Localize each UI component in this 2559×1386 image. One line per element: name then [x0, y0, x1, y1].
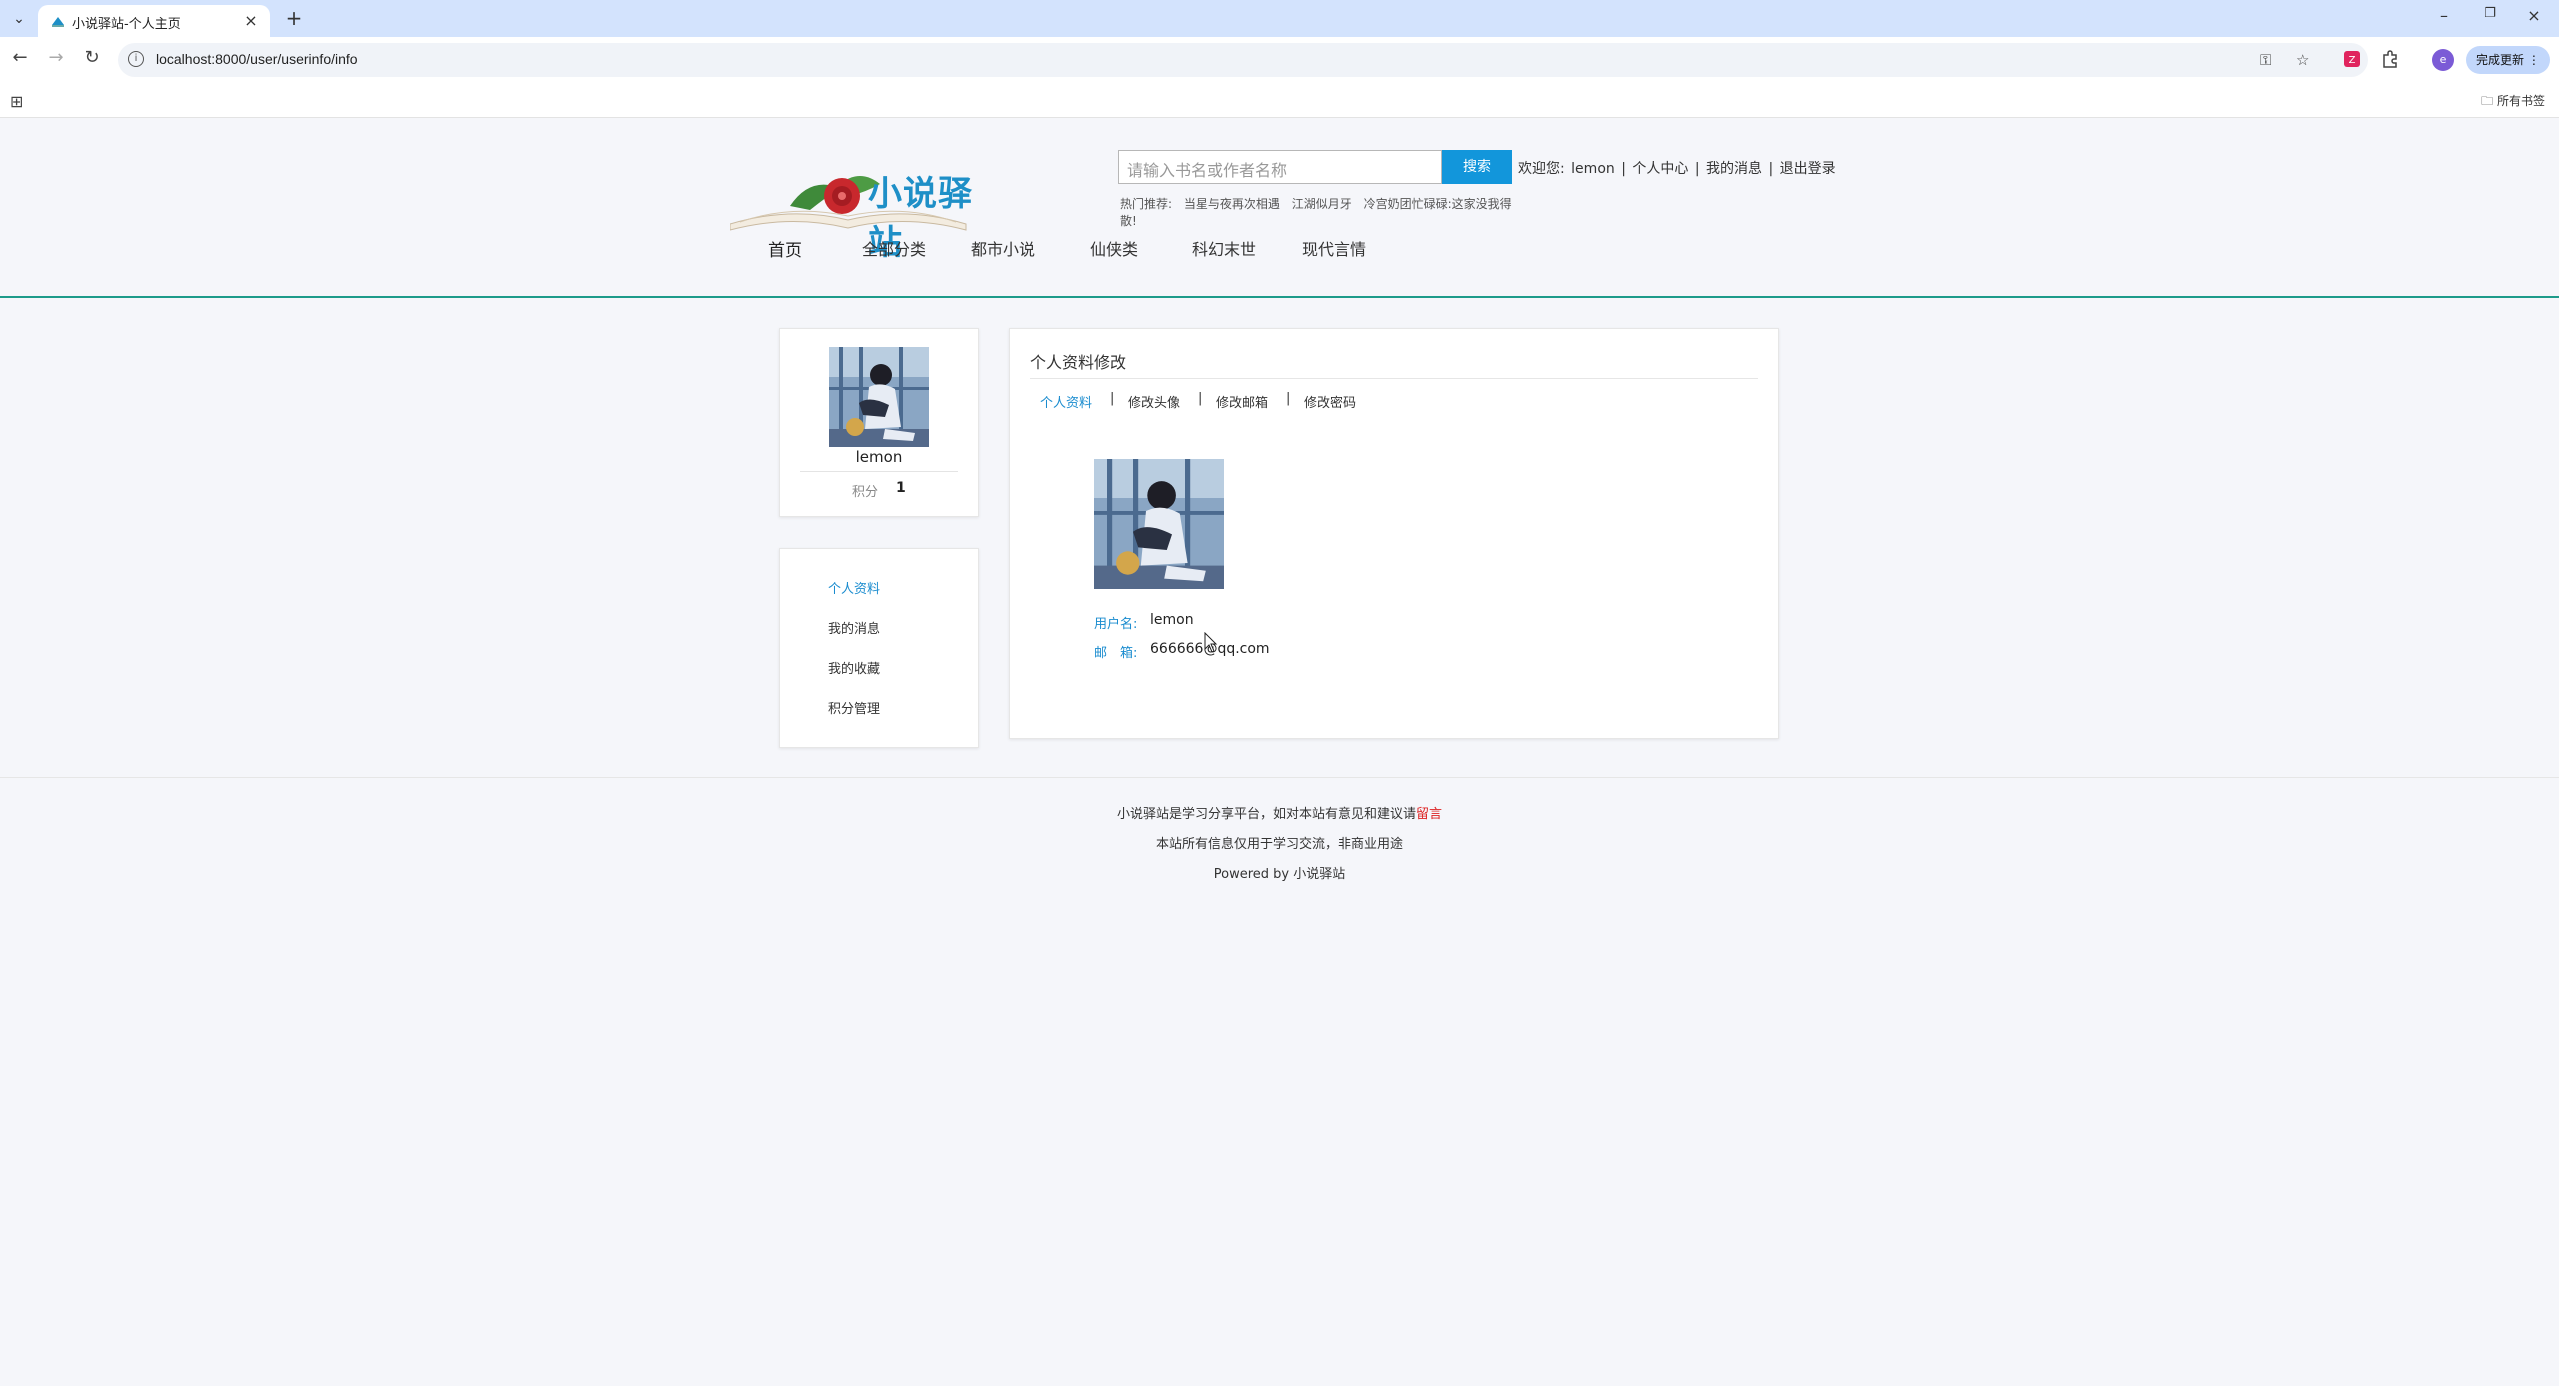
sidebar-item-points[interactable]: 积分管理 — [828, 698, 880, 717]
panel-title: 个人资料修改 — [1030, 353, 1127, 372]
tab-search-icon[interactable]: ⌄ — [8, 8, 30, 30]
hot-item[interactable]: 当星与夜再次相遇 — [1184, 197, 1280, 211]
back-icon[interactable]: ← — [8, 47, 32, 68]
restore-icon[interactable]: ❐ — [2478, 6, 2502, 21]
forward-icon[interactable]: → — [44, 47, 68, 68]
profile-card: lemon 积分 1 — [779, 328, 979, 517]
address-bar[interactable]: i localhost:8000/user/userinfo/info ⚿ ☆ — [118, 43, 2368, 77]
sidebar-item-favorites[interactable]: 我的收藏 — [828, 658, 880, 677]
browser-tab[interactable]: 小说驿站-个人主页 × — [38, 5, 270, 37]
mouse-cursor-icon — [1204, 632, 1218, 653]
username-label: 用户名: — [1094, 617, 1138, 632]
browser-toolbar: ← → ↻ i localhost:8000/user/userinfo/inf… — [0, 37, 2559, 84]
welcome-username: lemon — [1571, 161, 1615, 177]
update-label: 完成更新 — [2476, 53, 2525, 67]
score-value: 1 — [896, 480, 906, 496]
tab-profile[interactable]: 个人资料 — [1040, 392, 1092, 411]
minimize-icon[interactable]: – — [2432, 6, 2456, 25]
new-tab-icon[interactable]: + — [282, 6, 306, 30]
update-button[interactable]: 完成更新 ⋮ — [2466, 46, 2550, 74]
email-label: 邮 箱: — [1094, 646, 1138, 661]
nav-xianxia[interactable]: 仙侠类 — [1090, 236, 1138, 260]
profile-avatar[interactable]: e — [2432, 49, 2454, 71]
sidebar-item-messages[interactable]: 我的消息 — [828, 618, 880, 637]
tab-change-email[interactable]: 修改邮箱 — [1216, 392, 1268, 411]
sidebar-menu: 个人资料 我的消息 我的收藏 积分管理 — [779, 548, 979, 748]
footer-line-1: 小说驿站是学习分享平台，如对本站有意见和建议请留言 — [0, 803, 2559, 822]
tab-change-avatar[interactable]: 修改头像 — [1128, 392, 1180, 411]
hot-label: 热门推荐: — [1120, 197, 1173, 211]
all-bookmarks-label: 所有书签 — [2496, 94, 2545, 108]
site-info-icon[interactable]: i — [128, 51, 144, 67]
profile-avatar-large — [1094, 459, 1224, 589]
user-links: 欢迎您: lemon | 个人中心 | 我的消息 | 退出登录 — [1518, 158, 1838, 178]
hot-item[interactable]: 江湖似月牙 — [1292, 197, 1352, 211]
welcome-label: 欢迎您: — [1518, 161, 1565, 177]
tab-title: 小说驿站-个人主页 — [72, 17, 181, 32]
site-logo[interactable]: 小说驿站 — [729, 136, 1000, 263]
separator: | — [1768, 161, 1774, 177]
tab-change-password[interactable]: 修改密码 — [1304, 392, 1356, 411]
separator: | — [1198, 391, 1203, 406]
logout-link[interactable]: 退出登录 — [1780, 161, 1836, 177]
nav-home[interactable]: 首页 — [768, 236, 802, 261]
favicon-icon — [52, 17, 64, 27]
nav-romance[interactable]: 现代言情 — [1302, 236, 1366, 260]
sidebar-username: lemon — [855, 448, 903, 466]
score-label: 积分 — [852, 485, 879, 500]
reload-icon[interactable]: ↻ — [80, 47, 104, 68]
footer-text: 小说驿站是学习分享平台，如对本站有意见和建议请 — [1116, 807, 1416, 822]
puzzle-extensions-icon[interactable] — [2380, 49, 2400, 69]
feedback-link[interactable]: 留言 — [1416, 807, 1442, 822]
avatar-illustration — [1094, 459, 1224, 589]
browser-tab-strip: ⌄ 小说驿站-个人主页 × + – ❐ × — [0, 0, 2559, 37]
bookmarks-bar: ⊞ 🗀 所有书签 — [0, 84, 2559, 118]
footer-divider — [0, 777, 2559, 778]
search-button[interactable]: 搜索 — [1442, 150, 1512, 184]
footer-line-2: 本站所有信息仅用于学习交流，非商业用途 — [1155, 837, 1403, 852]
separator: | — [1621, 161, 1626, 177]
extension-icon[interactable]: Z — [2342, 49, 2362, 69]
sidebar-item-profile[interactable]: 个人资料 — [828, 578, 880, 597]
username-value: lemon — [1150, 612, 1194, 628]
web-page: 小说驿站 请输入书名或作者名称 搜索 欢迎您: lemon | 个人中心 | 我… — [0, 118, 2559, 1386]
svg-text:Z: Z — [2349, 55, 2356, 66]
avatar-illustration — [829, 347, 929, 447]
close-tab-icon[interactable]: × — [242, 11, 260, 30]
search-input[interactable]: 请输入书名或作者名称 — [1118, 150, 1442, 184]
nav-scifi[interactable]: 科幻末世 — [1192, 236, 1256, 260]
divider — [800, 471, 958, 472]
separator: | — [1694, 161, 1700, 177]
close-window-icon[interactable]: × — [2522, 6, 2546, 25]
separator: | — [1110, 391, 1115, 406]
main-nav — [0, 258, 2559, 298]
user-avatar — [829, 347, 929, 447]
nav-all-categories[interactable]: 全部分类 — [862, 236, 926, 260]
profile-panel: 个人资料修改 个人资料 | 修改头像 | 修改邮箱 | 修改密码 用户名: le… — [1009, 328, 1779, 739]
separator: | — [1286, 391, 1291, 406]
hot-recommendations: 热门推荐: 当星与夜再次相遇 江湖似月牙 冷宫奶团忙碌碌:这家没我得散! — [1120, 196, 1516, 230]
apps-grid-icon[interactable]: ⊞ — [10, 92, 23, 111]
divider — [1030, 378, 1758, 379]
nav-urban[interactable]: 都市小说 — [971, 236, 1035, 260]
all-bookmarks-button[interactable]: 🗀 所有书签 — [2481, 92, 2545, 113]
footer-line-3: Powered by 小说驿站 — [1213, 867, 1346, 882]
my-messages-link[interactable]: 我的消息 — [1706, 161, 1762, 177]
password-key-icon[interactable]: ⚿ — [2260, 51, 2271, 69]
url-text: localhost:8000/user/userinfo/info — [156, 51, 358, 67]
bookmark-star-icon[interactable]: ☆ — [2296, 51, 2309, 69]
user-center-link[interactable]: 个人中心 — [1632, 161, 1688, 177]
